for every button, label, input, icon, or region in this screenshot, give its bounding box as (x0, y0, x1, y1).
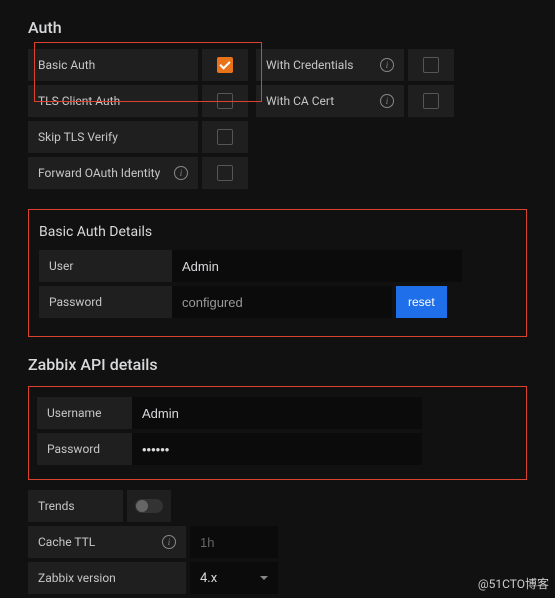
basic-auth-details-title: Basic Auth Details (39, 224, 516, 240)
zabbix-version-label: Zabbix version (28, 562, 186, 594)
zabbix-version-select[interactable]: 4.x (190, 562, 278, 594)
reset-button[interactable]: reset (396, 286, 447, 318)
trends-label: Trends (28, 490, 123, 522)
info-icon[interactable]: i (162, 535, 176, 549)
zabbix-username-label: Username (37, 397, 132, 429)
skip-tls-verify-checkbox[interactable] (217, 129, 233, 145)
basic-auth-details-panel: Basic Auth Details User Password reset (28, 209, 527, 337)
basic-auth-label: Basic Auth (28, 49, 198, 81)
password-input (172, 286, 392, 318)
zabbix-credentials-panel: Username Password (28, 386, 527, 480)
tls-client-auth-label: TLS Client Auth (28, 85, 198, 117)
forward-oauth-checkbox[interactable] (217, 165, 233, 181)
trends-toggle[interactable] (135, 499, 163, 513)
basic-auth-checkbox[interactable] (217, 57, 233, 73)
with-ca-cert-checkbox[interactable] (423, 93, 439, 109)
zabbix-password-label: Password (37, 433, 132, 465)
cache-ttl-label: Cache TTL i (28, 526, 186, 558)
auth-section-title: Auth (28, 18, 527, 37)
zabbix-password-input[interactable] (132, 433, 422, 465)
with-credentials-label: With Credentials i (256, 49, 404, 81)
with-ca-cert-label: With CA Cert i (256, 85, 404, 117)
with-credentials-checkbox[interactable] (423, 57, 439, 73)
watermark: @51CTO博客 (478, 575, 549, 592)
user-input[interactable] (172, 250, 462, 282)
user-label: User (39, 250, 172, 282)
tls-client-auth-checkbox[interactable] (217, 93, 233, 109)
forward-oauth-label: Forward OAuth Identity i (28, 157, 198, 189)
zabbix-username-input[interactable] (132, 397, 422, 429)
info-icon[interactable]: i (174, 166, 188, 180)
skip-tls-verify-label: Skip TLS Verify (28, 121, 198, 153)
password-label: Password (39, 286, 172, 318)
chevron-down-icon (260, 576, 268, 580)
zabbix-section-title: Zabbix API details (28, 355, 527, 374)
cache-ttl-input[interactable] (190, 526, 278, 558)
info-icon[interactable]: i (380, 94, 394, 108)
auth-options-grid: Basic Auth TLS Client Auth Skip TLS Veri… (28, 49, 527, 189)
info-icon[interactable]: i (380, 58, 394, 72)
